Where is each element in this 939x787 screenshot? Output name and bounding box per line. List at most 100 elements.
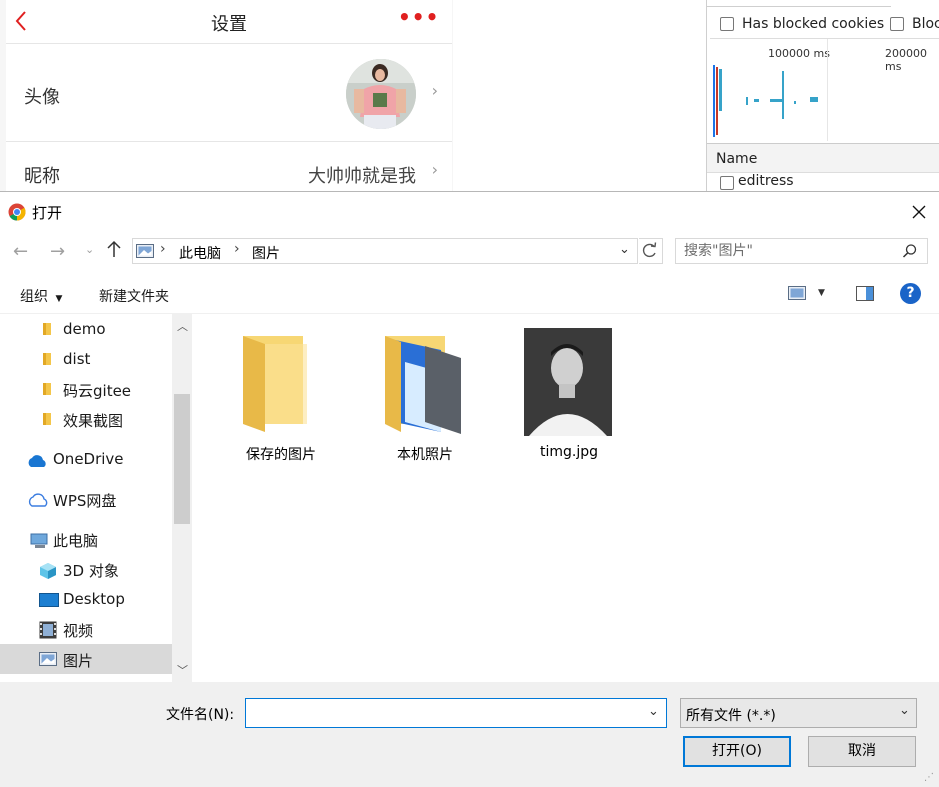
nav-item-wps-drive[interactable]: WPS网盘 [0, 484, 172, 514]
nav-item-label: demo [63, 320, 106, 338]
chevron-down-icon: ⌄ [899, 703, 910, 718]
back-arrow-icon[interactable]: ← [13, 241, 28, 262]
file-item-camera-roll[interactable]: 本机照片 [365, 322, 485, 463]
filename-combobox[interactable]: ⌄ [245, 698, 667, 728]
folder-icon [42, 352, 52, 370]
nav-item-label: 此电脑 [53, 532, 99, 550]
file-item-timg-jpg[interactable]: timg.jpg [509, 322, 629, 462]
resize-grip-icon[interactable]: ⋰ [924, 772, 934, 783]
preview-pane-icon[interactable] [856, 286, 874, 305]
mobile-navbar: 设置 ••• [6, 0, 452, 44]
refresh-icon [642, 242, 657, 258]
devtools-filter-bar: Has blocked cookies Bloc [707, 0, 939, 38]
view-dropdown-caret-icon[interactable]: ▼ [818, 288, 825, 298]
nav-item-onedrive[interactable]: OneDrive [0, 444, 172, 474]
nav-item-dist[interactable]: dist [0, 344, 172, 374]
nav-item-label: 图片 [63, 652, 94, 670]
close-button[interactable] [900, 196, 936, 226]
forward-arrow-icon[interactable]: → [50, 241, 65, 262]
organize-menu[interactable]: 组织 ▼ [20, 286, 62, 306]
file-name: 本机照片 [397, 447, 453, 463]
cancel-button[interactable]: 取消 [808, 736, 916, 767]
view-mode-icon[interactable] [788, 285, 806, 305]
chevron-right-icon: › [431, 160, 438, 179]
name-column-header[interactable]: Name [716, 151, 757, 167]
nav-item-label: 码云gitee [63, 382, 132, 400]
file-name: 保存的图片 [246, 447, 316, 463]
nav-item-label: WPS网盘 [53, 492, 117, 510]
photo-folder-icon [385, 336, 461, 434]
up-arrow-icon[interactable] [107, 240, 121, 263]
divider [707, 6, 891, 7]
request-name: editress [738, 173, 794, 189]
image-thumbnail-icon [524, 328, 612, 436]
dropdown-caret-icon: ▼ [55, 294, 63, 304]
chrome-icon [8, 203, 26, 221]
scroll-thumb[interactable] [174, 394, 190, 524]
close-icon [912, 205, 926, 219]
breadcrumb-this-pc[interactable]: 此电脑 [179, 243, 221, 263]
chevron-down-icon[interactable]: ⌄ [619, 242, 630, 257]
cube-icon [39, 562, 57, 584]
chevron-right-icon: › [431, 81, 438, 100]
scroll-up-icon[interactable]: ︿ [177, 318, 188, 334]
nav-item-pictures[interactable]: 图片 [0, 644, 172, 674]
search-input[interactable] [684, 242, 894, 260]
filename-label: 文件名(N): [166, 707, 235, 723]
file-open-dialog: 打开 ← → ⌄ › 此电脑 › 图片 ⌄ 搜索"图片" 组织 ▼ 新建文件夹 … [0, 191, 939, 787]
open-button[interactable]: 打开(O) [683, 736, 791, 767]
breadcrumb-separator-icon[interactable]: › [234, 241, 240, 257]
refresh-button[interactable] [639, 238, 663, 264]
avatar[interactable] [346, 59, 416, 129]
nav-item-this-pc[interactable]: 此电脑 [0, 524, 172, 554]
devtools-network-panel: Has blocked cookies Bloc 100000 ms 20000… [706, 0, 939, 192]
search-icon[interactable] [902, 243, 918, 263]
chevron-down-icon[interactable]: ⌄ [648, 704, 659, 719]
nav-item-label: 3D 对象 [63, 562, 119, 580]
file-name: timg.jpg [539, 444, 599, 460]
nav-item-partial[interactable] [0, 674, 172, 682]
folder-icon [42, 382, 52, 400]
nav-item-videos[interactable]: 视频 [0, 614, 172, 644]
network-request-row[interactable]: editress [707, 173, 939, 192]
more-menu-icon[interactable]: ••• [398, 7, 439, 27]
blocked-requests-checkbox[interactable] [890, 17, 904, 31]
nav-item-label: Desktop [63, 590, 125, 608]
network-overview-timeline[interactable]: 100000 ms 200000 ms [710, 38, 939, 141]
pictures-location-icon [136, 244, 154, 262]
filename-input[interactable] [250, 703, 630, 723]
breadcrumb-pictures[interactable]: 图片 [252, 243, 280, 263]
cloud-icon [27, 493, 49, 511]
timeline-bars [713, 65, 818, 137]
nav-item-label: dist [63, 350, 91, 368]
address-breadcrumb[interactable]: › 此电脑 › 图片 ⌄ [132, 238, 638, 264]
nav-item-3d-objects[interactable]: 3D 对象 [0, 554, 172, 584]
new-folder-button[interactable]: 新建文件夹 [99, 286, 169, 306]
nickname-row[interactable]: 昵称 大帅帅就是我 › [6, 142, 452, 192]
file-item-saved-pictures[interactable]: 保存的图片 [221, 322, 341, 463]
nav-item-gitee[interactable]: 码云gitee [0, 374, 172, 404]
computer-icon [30, 533, 50, 553]
nav-item-label: 视频 [63, 622, 94, 640]
nav-item-demo[interactable]: demo [0, 314, 172, 344]
navigation-pane: demo dist 码云gitee 效果截图 OneDrive WPS网盘 此电… [0, 314, 192, 682]
folder-icon [243, 336, 307, 432]
search-box[interactable] [675, 238, 928, 264]
breadcrumb-separator-icon[interactable]: › [160, 241, 166, 257]
dialog-title: 打开 [32, 204, 63, 222]
has-blocked-cookies-label: Has blocked cookies [742, 16, 885, 32]
pictures-icon [39, 652, 57, 670]
onedrive-icon [26, 454, 48, 472]
nav-item-label: OneDrive [53, 450, 124, 468]
recent-locations-chevron-icon[interactable]: ⌄ [85, 243, 94, 256]
filetype-select[interactable]: 所有文件 (*.*) ⌄ [680, 698, 917, 728]
nav-item-desktop[interactable]: Desktop [0, 584, 172, 614]
scroll-down-icon[interactable]: ﹀ [177, 662, 188, 678]
nav-scrollbar[interactable]: ︿ ﹀ [172, 314, 192, 682]
nav-item-screenshots[interactable]: 效果截图 [0, 404, 172, 434]
has-blocked-cookies-checkbox[interactable] [720, 17, 734, 31]
organize-label: 组织 [20, 289, 48, 305]
nav-item-label: 效果截图 [63, 412, 124, 430]
mobile-settings-page: 设置 ••• 头像 › 昵称 大帅帅就是我 › [0, 0, 453, 192]
help-icon[interactable]: ? [900, 283, 921, 304]
